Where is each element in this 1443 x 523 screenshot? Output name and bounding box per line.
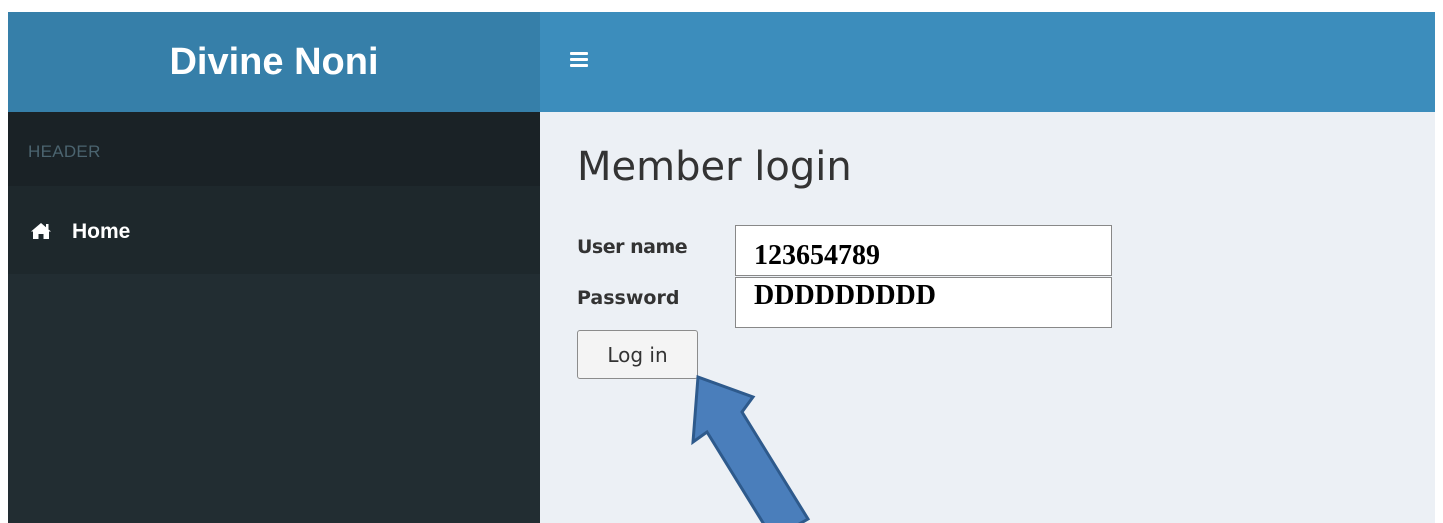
home-icon bbox=[31, 223, 51, 239]
brand-title: Divine Noni bbox=[169, 40, 379, 83]
sidebar-item-home[interactable]: Home bbox=[8, 186, 540, 274]
username-input[interactable] bbox=[735, 225, 1112, 276]
top-navbar bbox=[540, 12, 1435, 112]
page-title: Member login bbox=[577, 144, 852, 190]
hamburger-menu-icon[interactable] bbox=[570, 52, 588, 68]
login-button[interactable]: Log in bbox=[577, 330, 698, 379]
main-content: Member login User name Password Log in bbox=[540, 112, 1435, 523]
password-label: Password bbox=[577, 287, 680, 309]
sidebar-item-label: Home bbox=[72, 220, 131, 243]
sidebar: HEADER Home bbox=[8, 112, 540, 523]
password-input[interactable] bbox=[735, 277, 1112, 328]
sidebar-header: HEADER bbox=[8, 112, 540, 186]
brand-logo[interactable]: Divine Noni bbox=[8, 12, 540, 112]
username-label: User name bbox=[577, 236, 688, 258]
app-window: Divine Noni HEADER Home Member login Use… bbox=[8, 12, 1435, 523]
